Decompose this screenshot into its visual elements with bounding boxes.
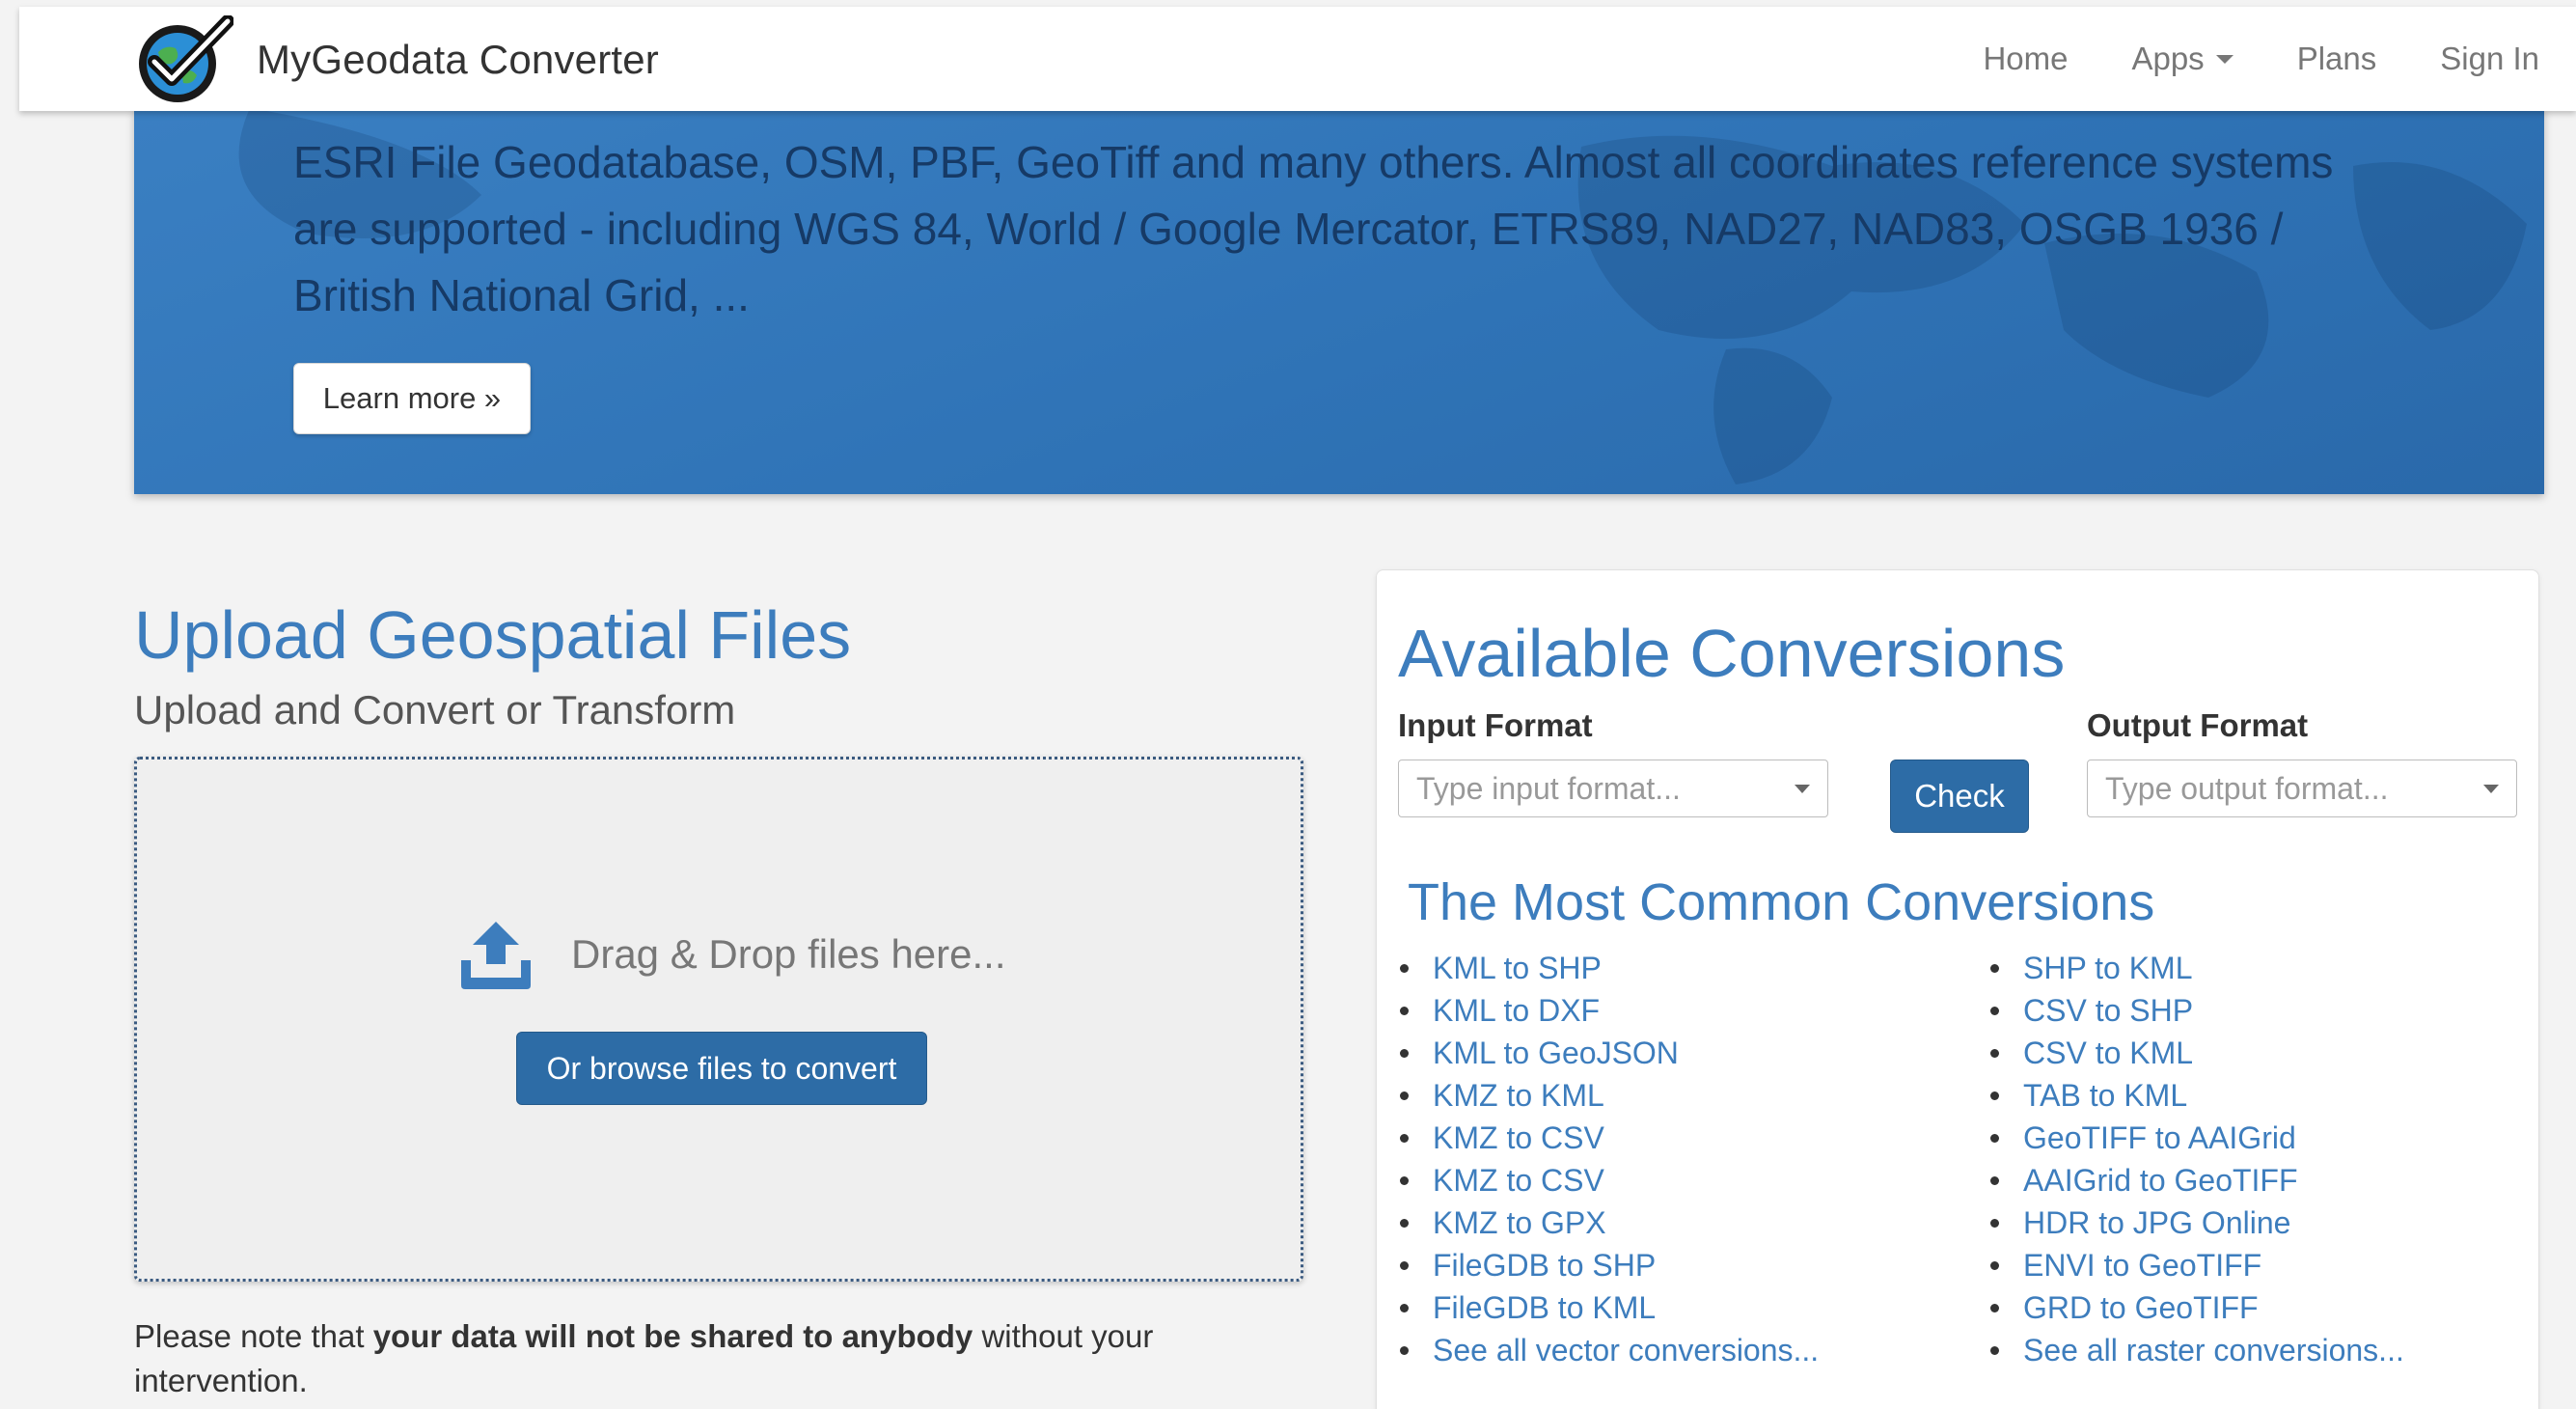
conversions-title: Available Conversions [1398,616,2066,691]
raster-conversions-list: SHP to KML CSV to SHP CSV to KML TAB to … [1967,947,2527,1371]
checkmark-globe-logo-icon [139,15,233,102]
conversion-link[interactable]: HDR to JPG Online [2023,1205,2290,1240]
conversion-link[interactable]: CSV to KML [2023,1036,2193,1070]
see-all-vector-link[interactable]: See all vector conversions... [1433,1333,1819,1368]
check-button[interactable]: Check [1890,760,2029,833]
list-item: See all raster conversions... [1967,1329,2527,1371]
conversion-link[interactable]: KMZ to KML [1433,1078,1604,1113]
conversion-link[interactable]: SHP to KML [2023,951,2192,985]
learn-more-button[interactable]: Learn more » [293,363,531,434]
nav-plans[interactable]: Plans [2297,41,2377,77]
input-format-placeholder: Type input format... [1416,770,1681,806]
vector-conversions-list: KML to SHP KML to DXF KML to GeoJSON KMZ… [1377,947,1956,1371]
conversion-link[interactable]: KML to SHP [1433,951,1602,985]
drop-text: Drag & Drop files here... [571,931,1006,977]
output-format-label: Output Format [2087,707,2309,743]
privacy-note-bold: your data will not be shared to anybody [372,1318,973,1354]
list-item: SHP to KML [1967,947,2527,989]
nav-plans-label: Plans [2296,41,2377,76]
conversion-link[interactable]: GRD to GeoTIFF [2023,1290,2259,1325]
list-item: KML to DXF [1377,989,1956,1032]
brand[interactable]: MyGeodata Converter [133,15,659,103]
see-all-raster-link[interactable]: See all raster conversions... [2023,1333,2404,1368]
conversion-link[interactable]: KMZ to CSV [1433,1163,1604,1198]
list-item: AAIGrid to GeoTIFF [1967,1159,2527,1202]
nav-apps-label: Apps [2131,41,2205,76]
list-item: CSV to KML [1967,1032,2527,1074]
file-dropzone[interactable]: Drag & Drop files here... Or browse file… [134,757,1303,1282]
conversion-link[interactable]: KML to DXF [1433,993,1600,1028]
input-format-select[interactable]: Type input format... [1398,760,1828,817]
list-item: GRD to GeoTIFF [1967,1286,2527,1329]
upload-tray-icon [461,922,531,989]
list-item: KMZ to CSV [1377,1159,1956,1202]
upload-subtitle: Upload and Convert or Transform [134,687,736,732]
conversion-link[interactable]: CSV to SHP [2023,993,2193,1028]
browse-files-button[interactable]: Or browse files to convert [516,1032,927,1105]
hero-banner: ESRI File Geodatabase, OSM, PBF, GeoTiff… [134,108,2544,494]
list-item: CSV to SHP [1967,989,2527,1032]
nav-sign-in[interactable]: Sign In [2440,41,2539,77]
conversion-link[interactable]: FileGDB to KML [1433,1290,1656,1325]
navbar: MyGeodata Converter Home Apps Plans Sign… [19,7,2576,111]
nav-home-label: Home [1983,41,2069,76]
conversions-panel: Available Conversions Input Format Type … [1376,569,2539,1409]
conversion-link[interactable]: GeoTIFF to AAIGrid [2023,1120,2296,1155]
conversion-link[interactable]: TAB to KML [2023,1078,2187,1113]
output-format-select[interactable]: Type output format... [2087,760,2517,817]
upload-title: Upload Geospatial Files [134,597,852,673]
list-item: KMZ to CSV [1377,1117,1956,1159]
caret-down-icon [1795,785,1810,793]
brand-name: MyGeodata Converter [257,37,659,82]
conversion-link[interactable]: AAIGrid to GeoTIFF [2023,1163,2298,1198]
list-item: FileGDB to SHP [1377,1244,1956,1286]
list-item: KMZ to GPX [1377,1202,1956,1244]
main-nav: Home Apps Plans Sign In [1919,7,2539,111]
nav-sign-in-label: Sign In [2440,41,2539,76]
list-item: HDR to JPG Online [1967,1202,2527,1244]
privacy-note: Please note that your data will not be s… [134,1314,1311,1403]
privacy-note-prefix: Please note that [134,1318,373,1354]
list-item: KML to SHP [1377,947,1956,989]
list-item: GeoTIFF to AAIGrid [1967,1117,2527,1159]
list-item: See all vector conversions... [1377,1329,1956,1371]
caret-down-icon [2215,54,2233,64]
nav-home[interactable]: Home [1983,41,2068,77]
list-item: FileGDB to KML [1377,1286,1956,1329]
list-item: TAB to KML [1967,1074,2527,1117]
drop-prompt: Drag & Drop files here... [455,914,1006,995]
list-item: ENVI to GeoTIFF [1967,1244,2527,1286]
input-format-label: Input Format [1398,707,1593,743]
list-item: KMZ to KML [1377,1074,1956,1117]
conversion-link[interactable]: FileGDB to SHP [1433,1248,1656,1283]
conversion-link[interactable]: KMZ to GPX [1433,1205,1606,1240]
nav-apps-dropdown[interactable]: Apps [2131,41,2233,77]
conversion-link[interactable]: ENVI to GeoTIFF [2023,1248,2261,1283]
conversion-link[interactable]: KML to GeoJSON [1433,1036,1679,1070]
caret-down-icon [2483,785,2499,793]
list-item: KML to GeoJSON [1377,1032,1956,1074]
hero-description: ESRI File Geodatabase, OSM, PBF, GeoTiff… [293,137,2334,320]
page: MyGeodata Converter Home Apps Plans Sign… [0,0,2576,1409]
common-conversions-title: The Most Common Conversions [1408,873,2155,931]
conversion-link[interactable]: KMZ to CSV [1433,1120,1604,1155]
output-format-placeholder: Type output format... [2105,770,2389,806]
